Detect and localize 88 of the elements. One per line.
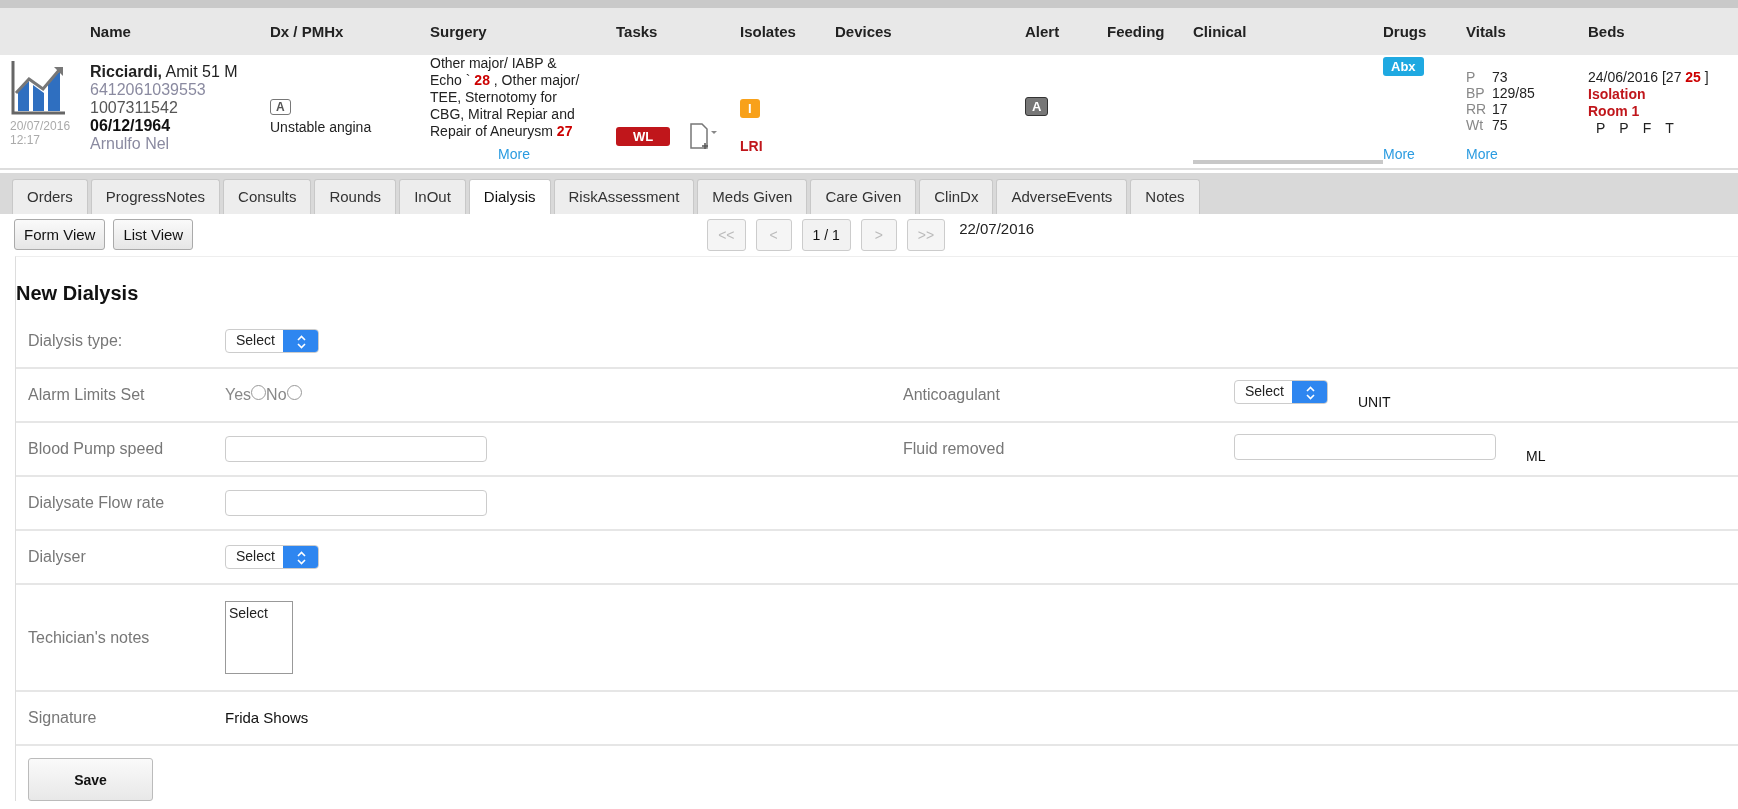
column-header: Surgery <box>430 23 487 40</box>
isolate-code: LRI <box>740 138 763 154</box>
input-field[interactable] <box>1234 434 1496 460</box>
bed-flag-label: F <box>1642 120 1652 137</box>
chevron-icon <box>296 335 306 349</box>
save-button[interactable]: Save <box>28 758 153 801</box>
vital-value: 129/85 <box>1492 85 1536 101</box>
radio-button[interactable] <box>251 384 267 400</box>
column-header: Feeding <box>1107 23 1165 40</box>
surgery-text: Other major/ IABP & Echo ` 28 , Other major/ TEE, Sternotomy for CBG, Mitral Repiar and Repair of Aneurysm 27 <box>430 55 581 140</box>
vital-label: RR <box>1466 101 1488 117</box>
input-field[interactable] <box>225 436 487 462</box>
doctor-name: Arnulfo Nel <box>90 135 171 153</box>
drug-badge: Abx <box>1383 57 1424 76</box>
tab[interactable]: Notes <box>1130 179 1200 214</box>
radio-label: Yes <box>225 386 252 404</box>
tab[interactable]: Consults <box>223 179 312 214</box>
admit-date: 20/07/2016 <box>10 119 71 133</box>
bed-flag-label: P <box>1596 120 1606 137</box>
unit-label: UNIT <box>1357 393 1391 410</box>
column-header: Alert <box>1025 23 1060 40</box>
radio-label: No <box>266 386 287 404</box>
chevron-icon <box>1305 386 1315 400</box>
input-field[interactable] <box>225 490 487 516</box>
unit-label: ML <box>1526 447 1546 464</box>
admit-time: 12:17 <box>10 133 41 147</box>
select-dropdown[interactable]: Select <box>225 545 319 569</box>
pager-button[interactable]: 1 / 1 <box>801 219 851 251</box>
bed-date: 24/06/2016 [27 25 ] <box>1588 69 1710 86</box>
tab[interactable]: AdverseEvents <box>996 179 1128 214</box>
tab[interactable]: RiskAssessment <box>553 179 695 214</box>
field-label: Dialysate Flow rate <box>27 494 166 512</box>
field-label: Blood Pump speed <box>27 440 165 458</box>
tab[interactable]: Dialysis <box>468 179 551 214</box>
tab[interactable]: Care Given <box>810 179 917 214</box>
add-document-icon[interactable] <box>688 121 719 152</box>
radio-button[interactable] <box>286 384 302 400</box>
diagnosis-text: Unstable angina <box>270 119 372 135</box>
tab[interactable]: ProgressNotes <box>90 179 221 214</box>
patient-name: Ricciardi, Amit 51 M <box>90 63 239 81</box>
column-header: Isolates <box>740 23 796 40</box>
vital-value: 75 <box>1492 117 1509 133</box>
select-dropdown[interactable]: Select <box>225 329 319 353</box>
column-header: Tasks <box>616 23 658 40</box>
column-header: Beds <box>1588 23 1625 40</box>
chevron-icon <box>296 551 306 565</box>
vital-label: P <box>1466 69 1477 85</box>
column-header: Clinical <box>1193 23 1247 40</box>
vital-value: 17 <box>1492 101 1509 117</box>
vital-value: 73 <box>1492 69 1509 85</box>
tab[interactable]: Meds Given <box>697 179 808 214</box>
column-header: Drugs <box>1383 23 1427 40</box>
view-button[interactable]: Form View <box>14 219 106 250</box>
bed-flag-label: T <box>1665 120 1674 137</box>
patient-id: 1007311542 <box>90 99 179 117</box>
column-header: Name <box>90 23 131 40</box>
column-header: Devices <box>835 23 892 40</box>
bed-status: Isolation <box>1588 86 1647 103</box>
view-button[interactable]: List View <box>113 219 194 250</box>
vital-label: BP <box>1466 85 1486 101</box>
isolate-badge: I <box>740 99 760 118</box>
tab[interactable]: InOut <box>399 179 466 214</box>
select-dropdown[interactable]: Select <box>1234 380 1328 404</box>
column-header: Dx / PMHx <box>270 23 344 40</box>
field-label: Anticoagulant <box>903 386 1001 404</box>
form-title: New Dialysis <box>16 282 140 305</box>
field-label: Alarm Limits Set <box>27 386 146 404</box>
field-label: Dialyser <box>27 548 87 566</box>
field-label: Fluid removed <box>903 440 1006 458</box>
tab[interactable]: Rounds <box>314 179 397 214</box>
tab[interactable]: ClinDx <box>919 179 994 214</box>
scrollbar[interactable] <box>1193 160 1383 164</box>
list-box[interactable]: Select <box>225 601 293 674</box>
task-badge[interactable]: WL <box>616 127 671 146</box>
dx-badge: A <box>270 99 291 115</box>
field-label: Signature <box>27 709 98 727</box>
alert-badge: A <box>1025 97 1049 116</box>
column-header: Vitals <box>1466 23 1506 40</box>
field-label: Dialysis type: <box>27 332 124 350</box>
signature-text: Frida Shows <box>225 709 309 726</box>
patient-mrn: 6412061039553 <box>90 81 207 99</box>
bed-flag-label: P <box>1619 120 1629 137</box>
birth-date: 06/12/1964 <box>90 117 172 135</box>
vital-label: Wt <box>1466 117 1485 133</box>
bed-room: Room 1 <box>1588 103 1641 120</box>
tab[interactable]: Orders <box>12 179 88 214</box>
field-label: Techician's notes <box>27 628 151 647</box>
current-date: 22/07/2016 <box>959 219 1035 237</box>
